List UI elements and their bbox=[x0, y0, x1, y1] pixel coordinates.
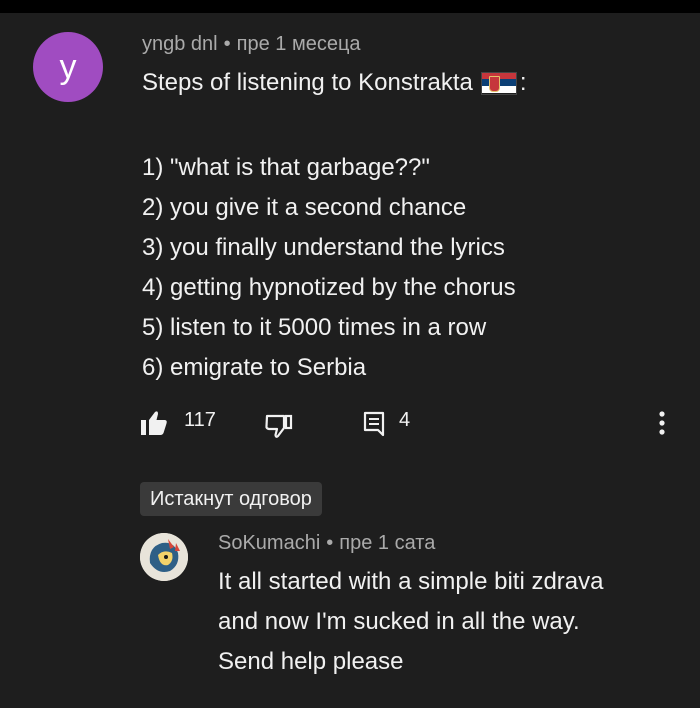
comment-line: 1) "what is that garbage??" bbox=[142, 154, 430, 181]
reply-avatar[interactable] bbox=[140, 533, 188, 581]
comment-title-text: Steps of listening to Konstrakta bbox=[142, 69, 473, 96]
reply-meta: SoKumachi • пре 1 сата bbox=[218, 532, 435, 555]
comment-icon[interactable] bbox=[362, 411, 386, 442]
reply-avatar-image bbox=[140, 533, 188, 581]
reply-line: It all started with a simple biti zdrava bbox=[218, 568, 604, 595]
comment-title-suffix: : bbox=[519, 69, 527, 96]
reply-line: Send help please bbox=[218, 648, 404, 675]
comment-actions: 117 4 bbox=[140, 405, 680, 441]
more-options-icon[interactable] bbox=[658, 410, 666, 441]
comment-time: пре 1 месеца bbox=[236, 33, 361, 55]
comment-line: 4) getting hypnotized by the chorus bbox=[142, 274, 516, 301]
comment-line: 6) emigrate to Serbia bbox=[142, 354, 367, 381]
meta-separator: • bbox=[223, 33, 231, 55]
pinned-reply-label: Истакнут одговор bbox=[150, 487, 312, 510]
top-bar bbox=[0, 0, 700, 13]
serbian-flag-icon bbox=[480, 71, 517, 95]
reply-count: 4 bbox=[399, 409, 411, 431]
comment-meta: yngb dnl • пре 1 месеца bbox=[142, 33, 361, 56]
comment-title: Steps of listening to Konstrakta : bbox=[142, 69, 527, 97]
comment-author[interactable]: yngb dnl bbox=[142, 33, 218, 55]
like-count: 117 bbox=[184, 409, 216, 431]
reply-meta-separator: • bbox=[326, 532, 334, 554]
reply-line: and now I'm sucked in all the way. bbox=[218, 608, 580, 635]
reply-body: It all started with a simple biti zdrava… bbox=[218, 562, 604, 682]
thumbs-up-icon[interactable] bbox=[140, 410, 168, 441]
comment-line: 3) you finally understand the lyrics bbox=[142, 234, 505, 261]
comment-body: 1) "what is that garbage??" 2) you give … bbox=[142, 148, 516, 388]
reply-time: пре 1 сата bbox=[339, 532, 436, 554]
avatar[interactable]: y bbox=[33, 32, 103, 102]
avatar-letter: y bbox=[59, 47, 77, 86]
reply-author[interactable]: SoKumachi bbox=[218, 532, 320, 554]
pinned-reply-badge: Истакнут одговор bbox=[140, 482, 322, 516]
thumbs-down-icon[interactable] bbox=[264, 413, 294, 444]
comment-line: 2) you give it a second chance bbox=[142, 194, 467, 221]
comment-line: 5) listen to it 5000 times in a row bbox=[142, 314, 487, 341]
